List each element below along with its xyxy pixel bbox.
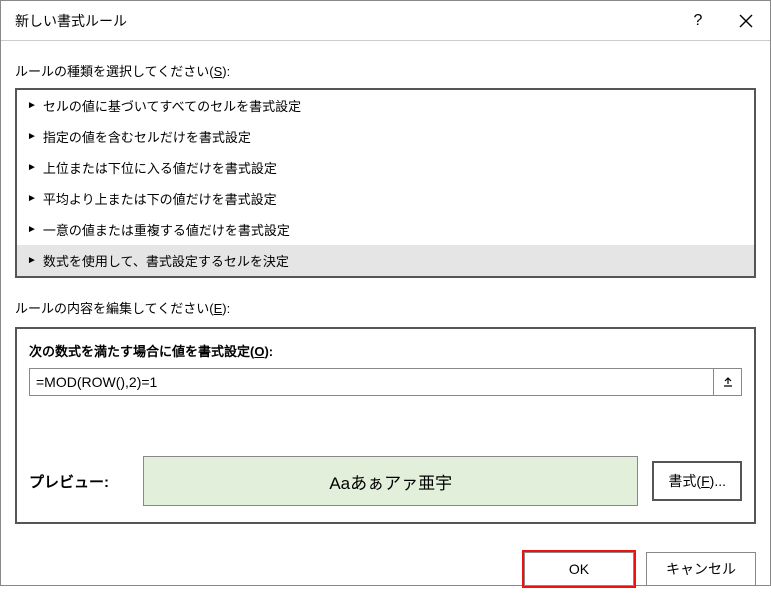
preview-row: プレビュー: Aaあぁアァ亜宇 書式(F)... bbox=[29, 456, 742, 506]
rule-type-label: ルールの種類を選択してください(S): bbox=[15, 61, 756, 80]
format-button[interactable]: 書式(F)... bbox=[652, 461, 742, 501]
cancel-button[interactable]: キャンセル bbox=[646, 552, 756, 586]
dialog-window: 新しい書式ルール ? ルールの種類を選択してください(S): ►セルの値に基づい… bbox=[0, 0, 771, 586]
rule-type-listbox[interactable]: ►セルの値に基づいてすべてのセルを書式設定 ►指定の値を含むセルだけを書式設定 … bbox=[15, 88, 756, 278]
help-button[interactable]: ? bbox=[674, 1, 722, 41]
rule-type-item[interactable]: ►上位または下位に入る値だけを書式設定 bbox=[17, 152, 754, 183]
dialog-title: 新しい書式ルール bbox=[15, 11, 674, 31]
preview-box: Aaあぁアァ亜宇 bbox=[143, 456, 638, 506]
content-area: ルールの種類を選択してください(S): ►セルの値に基づいてすべてのセルを書式設… bbox=[1, 41, 770, 538]
close-icon bbox=[739, 14, 753, 28]
formula-input[interactable] bbox=[29, 368, 714, 396]
arrow-icon: ► bbox=[27, 162, 37, 173]
arrow-icon: ► bbox=[27, 224, 37, 235]
dialog-footer: OK キャンセル bbox=[1, 538, 770, 600]
rule-type-item[interactable]: ►数式を使用して、書式設定するセルを決定 bbox=[17, 245, 754, 276]
collapse-icon bbox=[722, 376, 734, 388]
preview-label: プレビュー: bbox=[29, 471, 129, 492]
collapse-dialog-button[interactable] bbox=[714, 368, 742, 396]
titlebar: 新しい書式ルール ? bbox=[1, 1, 770, 41]
rule-edit-panel: 次の数式を満たす場合に値を書式設定(O): プレビュー: Aaあぁアァ亜宇 書式… bbox=[15, 327, 756, 524]
arrow-icon: ► bbox=[27, 193, 37, 204]
rule-type-item[interactable]: ►平均より上または下の値だけを書式設定 bbox=[17, 183, 754, 214]
close-button[interactable] bbox=[722, 1, 770, 41]
rule-type-item[interactable]: ►指定の値を含むセルだけを書式設定 bbox=[17, 121, 754, 152]
formula-label: 次の数式を満たす場合に値を書式設定(O): bbox=[29, 341, 742, 360]
ok-button[interactable]: OK bbox=[524, 552, 634, 586]
rule-edit-label: ルールの内容を編集してください(E): bbox=[15, 298, 756, 317]
arrow-icon: ► bbox=[27, 100, 37, 111]
formula-row bbox=[29, 368, 742, 396]
rule-type-item[interactable]: ►一意の値または重複する値だけを書式設定 bbox=[17, 214, 754, 245]
rule-type-item[interactable]: ►セルの値に基づいてすべてのセルを書式設定 bbox=[17, 90, 754, 121]
arrow-icon: ► bbox=[27, 131, 37, 142]
arrow-icon: ► bbox=[27, 255, 37, 266]
